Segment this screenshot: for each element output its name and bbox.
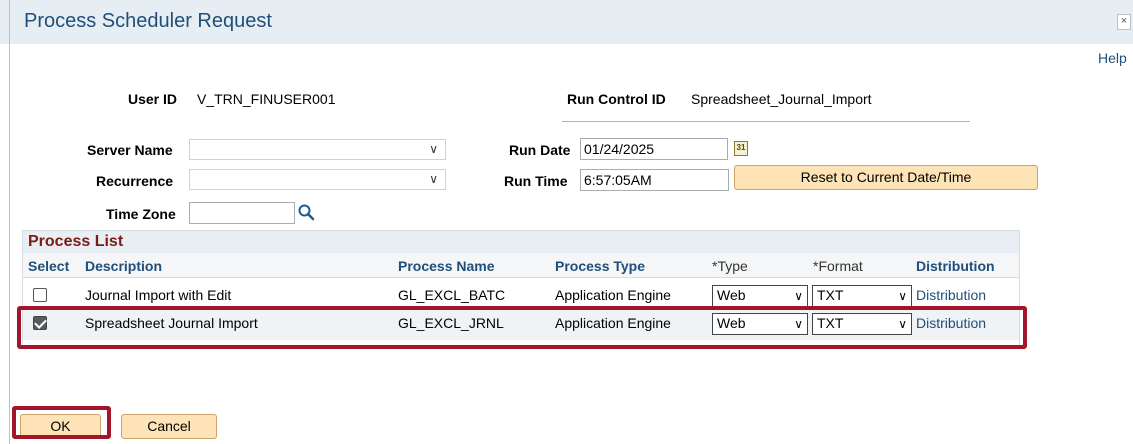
row-process-name: GL_EXCL_BATC bbox=[398, 287, 506, 303]
run-time-input[interactable]: 6:57:05AM bbox=[580, 169, 729, 191]
time-zone-label: Time Zone bbox=[106, 206, 176, 222]
column-header-format: *Format bbox=[813, 258, 863, 274]
select-checkbox[interactable] bbox=[33, 288, 47, 302]
run-date-label: Run Date bbox=[509, 142, 571, 158]
chevron-down-icon: ∨ bbox=[794, 289, 803, 303]
close-icon[interactable]: × bbox=[1117, 14, 1131, 30]
search-icon[interactable] bbox=[297, 203, 315, 221]
chevron-down-icon: ∨ bbox=[429, 172, 438, 186]
chevron-down-icon: ∨ bbox=[898, 289, 907, 303]
process-list-title: Process List bbox=[23, 231, 1019, 253]
highlight-ok-button bbox=[12, 406, 111, 439]
recurrence-label: Recurrence bbox=[96, 173, 174, 189]
column-header-select: Select bbox=[28, 258, 70, 274]
process-list-header: Select Description Process Name Process … bbox=[23, 253, 1019, 278]
reset-to-current-datetime-button[interactable]: Reset to Current Date/Time bbox=[734, 165, 1038, 190]
chevron-down-icon: ∨ bbox=[429, 142, 438, 156]
run-control-id-label: Run Control ID bbox=[567, 91, 666, 107]
highlight-selected-row bbox=[17, 306, 1027, 349]
column-header-type: *Type bbox=[712, 258, 748, 274]
distribution-link[interactable]: Distribution bbox=[916, 287, 986, 303]
format-select[interactable]: TXT ∨ bbox=[812, 285, 912, 307]
user-id-label: User ID bbox=[128, 91, 178, 107]
calendar-icon[interactable]: 31 bbox=[734, 141, 748, 156]
cancel-button[interactable]: Cancel bbox=[121, 414, 217, 439]
header-separator bbox=[562, 121, 970, 122]
column-header-process-name[interactable]: Process Name bbox=[398, 258, 495, 274]
column-header-description[interactable]: Description bbox=[85, 258, 162, 274]
time-zone-input[interactable] bbox=[189, 202, 295, 224]
server-name-label: Server Name bbox=[87, 142, 173, 158]
run-control-id-value: Spreadsheet_Journal_Import bbox=[691, 91, 872, 107]
help-link[interactable]: Help bbox=[1098, 50, 1127, 66]
dialog-frame-border bbox=[9, 0, 10, 444]
server-name-select[interactable]: ∨ bbox=[189, 139, 446, 160]
row-description: Journal Import with Edit bbox=[85, 287, 232, 303]
type-select[interactable]: Web ∨ bbox=[712, 285, 808, 307]
user-id-value: V_TRN_FINUSER001 bbox=[197, 91, 336, 107]
recurrence-select[interactable]: ∨ bbox=[189, 169, 446, 190]
row-process-type: Application Engine bbox=[555, 287, 671, 303]
dialog-title: Process Scheduler Request bbox=[24, 10, 272, 32]
run-date-input[interactable]: 01/24/2025 bbox=[580, 138, 728, 160]
column-header-distribution[interactable]: Distribution bbox=[916, 258, 995, 274]
column-header-process-type[interactable]: Process Type bbox=[555, 258, 645, 274]
run-time-label: Run Time bbox=[504, 173, 568, 189]
